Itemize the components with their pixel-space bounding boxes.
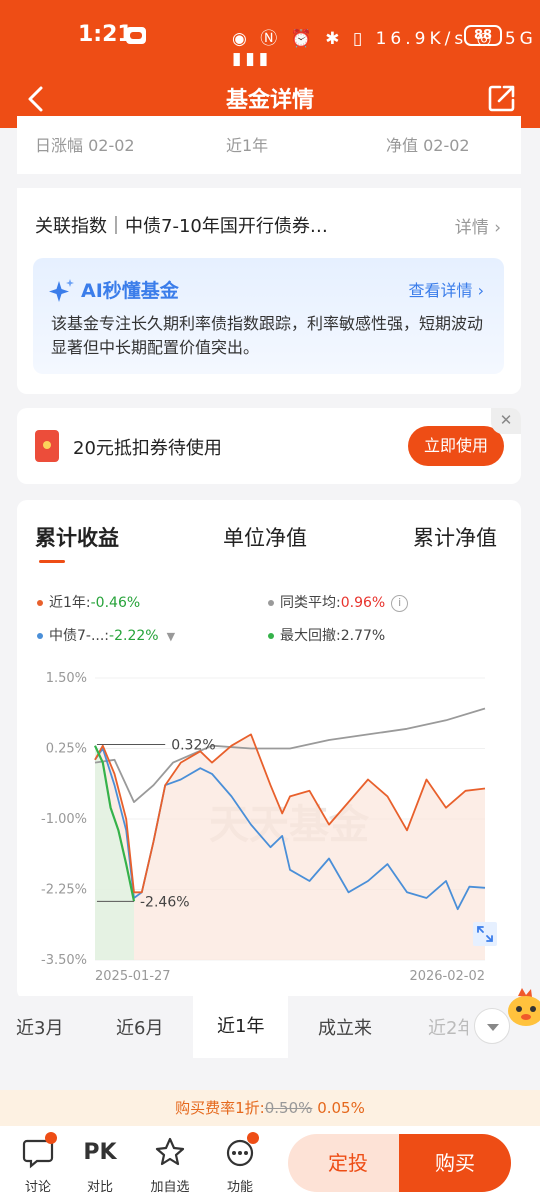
y-tick-label: -3.50% (41, 953, 87, 968)
status-time: 1:21 (78, 22, 133, 47)
divider (17, 174, 521, 188)
add-watchlist-button[interactable]: 加自选 (145, 1136, 195, 1195)
red-packet-icon (35, 430, 59, 462)
battery-icon: 88 (464, 25, 502, 46)
x-tick-label: 2026-02-02 (409, 969, 485, 984)
fee-prefix: 购买费率1折: (175, 1099, 265, 1117)
period-return-label: 近1年 (226, 136, 269, 155)
status-bar: 1:21 ◉ Ⓝ ⏰ ✱ ▯ 16.9K/s ◎ 5G ▮▮▮ 88 (0, 0, 540, 72)
coupon-text: 20元抵扣券待使用 (73, 438, 222, 459)
related-index-label[interactable]: 关联指数｜中债7-10年国开行债券… (35, 212, 328, 238)
close-icon[interactable]: ✕ (491, 408, 521, 434)
fee-banner: 购买费率1折:0.50% 0.05% (0, 1090, 540, 1126)
ai-title: AI秒懂基金 (81, 280, 179, 302)
function-button[interactable]: 功能 (215, 1132, 265, 1195)
watchlist-label: 加自选 (150, 1180, 190, 1195)
mascot-icon[interactable] (504, 986, 540, 1028)
period-3m[interactable]: 近3月 (16, 1014, 63, 1040)
annotation-label: -2.46% (140, 894, 190, 910)
period-1y[interactable]: 近1年 (193, 996, 289, 1058)
y-tick-label: 0.25% (46, 742, 87, 757)
sparkle-icon (49, 279, 74, 302)
compare-button[interactable]: PK 对比 (75, 1136, 125, 1195)
fund-area (95, 734, 485, 960)
y-tick-label: 1.50% (46, 671, 87, 686)
period-6m[interactable]: 近6月 (116, 1014, 163, 1040)
share-icon[interactable] (486, 82, 518, 114)
fee-old: 0.50% (264, 1099, 313, 1117)
function-label: 功能 (226, 1180, 253, 1195)
ai-details-link[interactable]: 查看详情 › (409, 277, 485, 301)
fixed-investment-button[interactable]: 定投 (288, 1134, 408, 1192)
index-details-link[interactable]: 详情 › (455, 213, 501, 238)
coupon-card: 20元抵扣券待使用 立即使用 ✕ (17, 408, 521, 484)
buy-button[interactable]: 购买 (399, 1134, 511, 1192)
expand-icon[interactable] (473, 922, 497, 946)
y-tick-label: -1.00% (41, 812, 87, 827)
return-chart[interactable]: 1.50% 0.25% -1.00% -2.25% -3.50% 2025-01-27 20… (17, 500, 521, 1000)
ai-description: 该基金专注长久期利率债指数跟踪，利率敏感性强，短期波动显著但中长期配置价值突出。 (51, 314, 484, 357)
notification-badge (45, 1132, 57, 1144)
annotation-label: 0.32% (171, 738, 215, 754)
x-tick-label: 2025-01-27 (95, 969, 171, 984)
bottom-bar: 讨论 PK 对比 加自选 功能 定投 购买 (0, 1126, 540, 1200)
period-2y[interactable]: 近2年 (428, 1014, 468, 1040)
period-since-inception[interactable]: 成立来 (318, 1014, 372, 1040)
y-tick-label: -2.25% (41, 883, 87, 898)
pk-icon: PK (83, 1140, 117, 1165)
wechat-icon (126, 27, 146, 44)
use-coupon-button[interactable]: 立即使用 (408, 426, 504, 466)
star-icon (155, 1137, 185, 1166)
notification-badge (247, 1132, 259, 1144)
nav-label: 净值 02-02 (386, 136, 470, 155)
daily-change-label: 日涨幅 02-02 (35, 136, 135, 155)
page-title: 基金详情 (225, 88, 314, 113)
discuss-label: 讨论 (24, 1180, 51, 1195)
ai-summary-card[interactable]: AI秒懂基金 查看详情 › 该基金专注长久期利率债指数跟踪，利率敏感性强，短期波… (33, 258, 504, 374)
fund-summary-card: 日涨幅 02-02 近1年 净值 02-02 关联指数｜中债7-10年国开行债券… (17, 116, 521, 394)
performance-card: 累计收益 单位净值 累计净值 近1年:-0.46% 同类平均:0.96% i 中债… (17, 500, 521, 1000)
fee-new: 0.05% (317, 1099, 365, 1117)
compare-label: 对比 (86, 1180, 113, 1195)
discuss-button[interactable]: 讨论 (13, 1132, 63, 1195)
period-tabs: 近3月 近6月 近1年 成立来 近2年 (0, 996, 540, 1058)
